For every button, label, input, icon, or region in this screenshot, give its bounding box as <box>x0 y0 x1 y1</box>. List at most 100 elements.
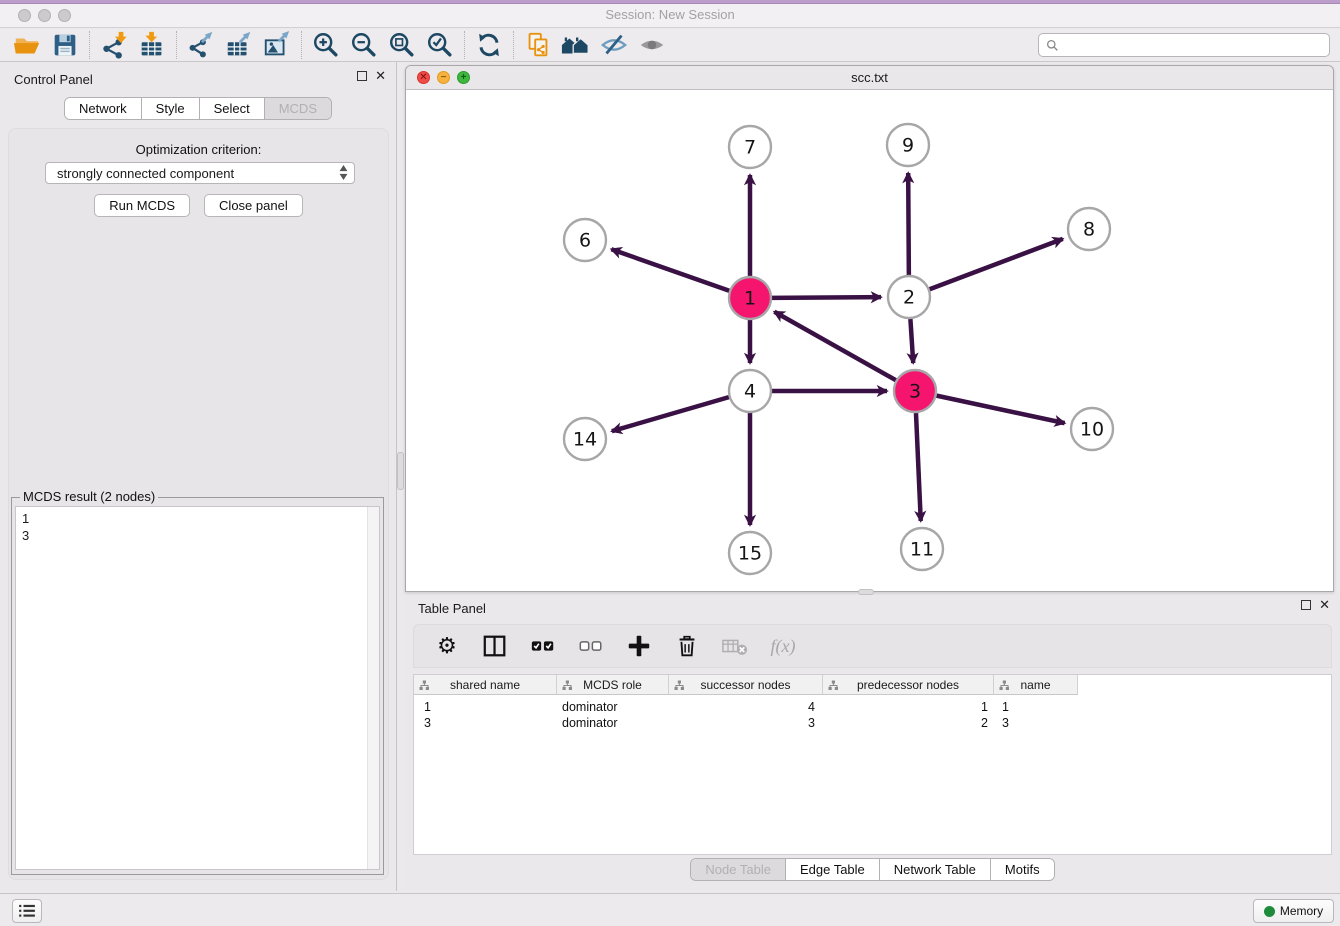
select-all-checkboxes-icon[interactable] <box>524 628 562 664</box>
column-header-MCDS-role[interactable]: MCDS role <box>557 675 669 695</box>
table-cell[interactable]: 3 <box>669 715 823 731</box>
deselect-all-checkboxes-icon[interactable] <box>572 628 610 664</box>
zoom-selected-icon[interactable] <box>421 29 459 61</box>
optimization-criterion-label: Optimization criterion: <box>9 142 388 157</box>
table-panel-title: Table Panel <box>418 601 486 616</box>
mcds-panel: Optimization criterion: strongly connect… <box>8 128 389 880</box>
function-builder-icon[interactable]: f(x) <box>764 628 802 664</box>
table-cell[interactable]: dominator <box>557 715 669 731</box>
table-cell[interactable]: 2 <box>823 715 994 731</box>
task-history-button[interactable] <box>12 899 42 923</box>
graph-node-label-10: 10 <box>1080 419 1104 441</box>
search-input[interactable] <box>1038 33 1330 57</box>
graph-edge-1-6[interactable] <box>611 249 729 290</box>
table-cell[interactable]: 1 <box>414 699 557 715</box>
graph-edge-2-8[interactable] <box>930 239 1063 289</box>
select-stepper-icon <box>339 165 348 180</box>
zoom-in-icon[interactable] <box>307 29 345 61</box>
mcds-result-textarea[interactable]: 13 <box>15 506 380 870</box>
mcds-result-title: MCDS result (2 nodes) <box>20 489 158 504</box>
tab-node-table[interactable]: Node Table <box>691 859 785 880</box>
import-table-icon[interactable] <box>133 29 171 61</box>
memory-button-label: Memory <box>1280 904 1323 918</box>
table-panel: Table Panel ✕ ⚙ f(x) shared name MCDS rol… <box>405 595 1340 890</box>
table-header-row: shared name MCDS role successor nodes prede… <box>414 675 1331 695</box>
table-cell[interactable]: 1 <box>994 699 1078 715</box>
table-row[interactable]: 1dominator411 <box>414 699 1331 715</box>
toolbar-separator <box>176 31 177 59</box>
settings-gear-icon[interactable]: ⚙ <box>428 628 466 664</box>
export-image-icon[interactable] <box>258 29 296 61</box>
memory-button[interactable]: Memory <box>1253 899 1334 923</box>
hide-graphics-details-icon[interactable] <box>595 29 633 61</box>
zoom-fit-icon[interactable] <box>383 29 421 61</box>
table-panel-float-icon[interactable] <box>1301 600 1311 610</box>
graph-node-label-6: 6 <box>579 230 591 252</box>
graph-edge-1-2[interactable] <box>772 297 881 298</box>
mcds-result-groupbox: MCDS result (2 nodes) 13 <box>11 497 384 875</box>
tab-network[interactable]: Network <box>65 98 141 119</box>
vertical-splitter-handle[interactable] <box>397 452 404 490</box>
control-panel-close-icon[interactable]: ✕ <box>375 71 386 81</box>
show-columns-icon[interactable] <box>476 628 514 664</box>
table-cell[interactable]: 4 <box>669 699 823 715</box>
table-panel-close-icon[interactable]: ✕ <box>1319 600 1330 610</box>
import-network-icon[interactable] <box>95 29 133 61</box>
network-view-window: ✕ − + scc.txt 1234678910111415 <box>405 65 1334 592</box>
open-folder-icon[interactable] <box>8 29 46 61</box>
memory-status-icon <box>1264 906 1275 917</box>
network-window-titlebar[interactable]: ✕ − + scc.txt <box>406 66 1333 90</box>
column-header-successor-nodes[interactable]: successor nodes <box>669 675 823 695</box>
tab-motifs[interactable]: Motifs <box>990 859 1054 880</box>
tab-style[interactable]: Style <box>141 98 199 119</box>
result-line: 1 <box>22 510 379 527</box>
network-window-title: scc.txt <box>406 70 1333 85</box>
result-scrollbar[interactable] <box>367 507 379 869</box>
add-row-icon[interactable] <box>620 628 658 664</box>
result-line: 3 <box>22 527 379 544</box>
delete-rows-icon[interactable] <box>668 628 706 664</box>
table-cell[interactable]: 3 <box>994 715 1078 731</box>
graph-node-label-15: 15 <box>738 543 762 565</box>
window-accent-strip <box>0 0 1340 4</box>
duplicate-network-documents-icon[interactable] <box>519 29 557 61</box>
graph-edge-3-11[interactable] <box>916 413 921 521</box>
control-panel-float-icon[interactable] <box>357 71 367 81</box>
column-label: shared name <box>450 678 520 692</box>
criterion-value: strongly connected component <box>57 166 234 181</box>
table-row[interactable]: 3dominator323 <box>414 715 1331 731</box>
control-panel: Control Panel ✕ NetworkStyleSelectMCDS O… <box>0 62 397 891</box>
table-cell[interactable]: 3 <box>414 715 557 731</box>
column-label: MCDS role <box>583 678 642 692</box>
criterion-select[interactable]: strongly connected component <box>45 162 355 184</box>
column-header-predecessor-nodes[interactable]: predecessor nodes <box>823 675 994 695</box>
tab-mcds[interactable]: MCDS <box>264 98 331 119</box>
refresh-icon[interactable] <box>470 29 508 61</box>
column-label: predecessor nodes <box>857 678 959 692</box>
column-header-name[interactable]: name <box>994 675 1078 695</box>
tab-select[interactable]: Select <box>199 98 264 119</box>
table-cell[interactable]: dominator <box>557 699 669 715</box>
graph-edge-3-10[interactable] <box>937 396 1065 424</box>
close-panel-button[interactable]: Close panel <box>204 194 303 217</box>
table-cell[interactable]: 1 <box>823 699 994 715</box>
network-canvas[interactable]: 1234678910111415 <box>406 90 1333 591</box>
save-icon[interactable] <box>46 29 84 61</box>
graph-node-label-11: 11 <box>910 539 934 561</box>
delete-table-icon[interactable] <box>716 628 754 664</box>
graph-edge-4-14[interactable] <box>612 397 729 431</box>
home-networks-icon[interactable] <box>557 29 595 61</box>
graph-edge-3-1[interactable] <box>774 312 895 380</box>
zoom-out-icon[interactable] <box>345 29 383 61</box>
graph-edge-2-3[interactable] <box>910 319 913 363</box>
export-table-icon[interactable] <box>220 29 258 61</box>
column-header-shared-name[interactable]: shared name <box>414 675 557 695</box>
tab-network-table[interactable]: Network Table <box>879 859 990 880</box>
tab-edge-table[interactable]: Edge Table <box>785 859 879 880</box>
graph-node-label-1: 1 <box>744 288 756 310</box>
export-network-icon[interactable] <box>182 29 220 61</box>
show-graphics-details-icon[interactable] <box>633 29 671 61</box>
run-mcds-button[interactable]: Run MCDS <box>94 194 190 217</box>
toolbar-separator <box>513 31 514 59</box>
graph-edge-2-9[interactable] <box>908 173 909 275</box>
